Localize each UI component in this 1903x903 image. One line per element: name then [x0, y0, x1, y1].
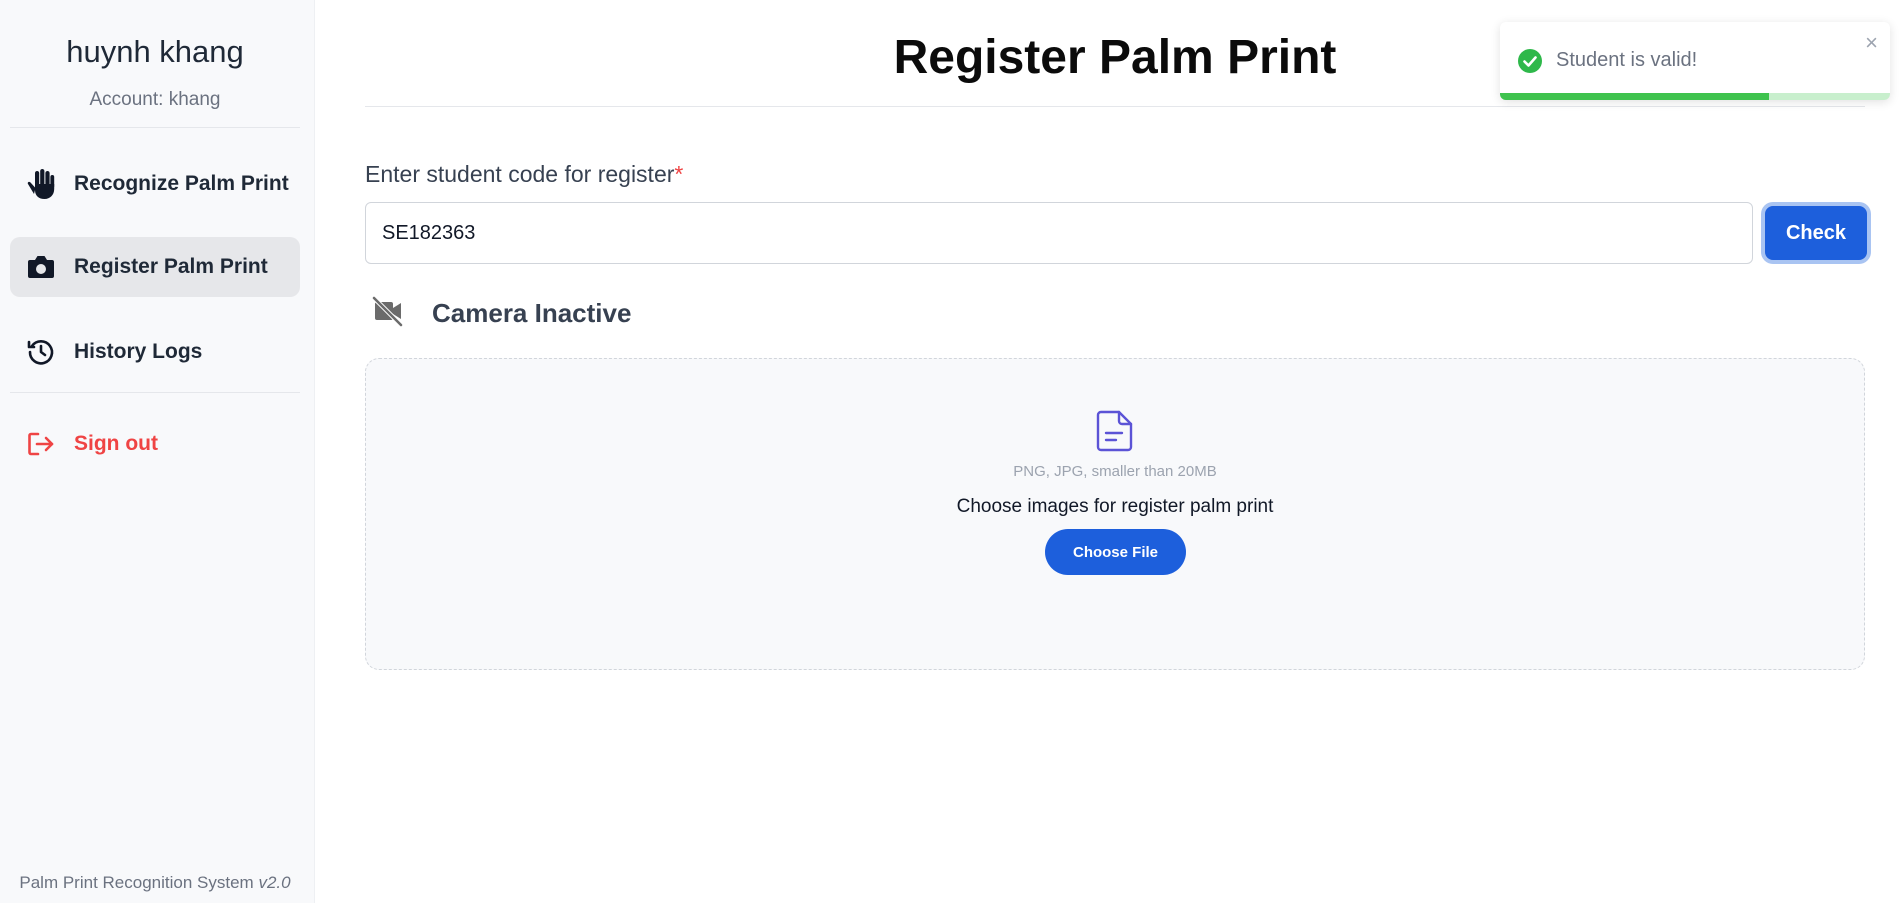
student-code-label: Enter student code for register* [365, 161, 683, 188]
footer-version: v2.0 [258, 873, 291, 892]
upload-instructions: Choose images for register palm print [956, 496, 1274, 517]
sidebar-item-recognize[interactable]: Recognize Palm Print [10, 154, 300, 214]
title-divider [365, 106, 1865, 107]
required-mark: * [674, 161, 684, 187]
close-icon[interactable]: × [1865, 30, 1878, 56]
signout-button[interactable]: Sign out [10, 414, 300, 474]
sidebar-divider [10, 392, 300, 393]
sidebar-item-label: Recognize Palm Print [74, 172, 289, 195]
toast-progress-bar [1500, 93, 1770, 100]
camera-status: Camera Inactive [371, 295, 632, 332]
app-footer: Palm Print Recognition System v2.0 [0, 873, 310, 893]
hand-icon [24, 167, 58, 201]
success-check-icon [1518, 49, 1542, 78]
sidebar-divider [10, 127, 300, 128]
toast-message: Student is valid! [1556, 49, 1698, 71]
camera-icon [24, 250, 58, 284]
toast-progress-track [1500, 93, 1890, 100]
sidebar-item-label: Register Palm Print [74, 255, 268, 278]
camera-status-label: Camera Inactive [432, 298, 632, 328]
sidebar-item-register[interactable]: Register Palm Print [10, 237, 300, 297]
sidebar-item-label: History Logs [74, 340, 203, 363]
footer-text: Palm Print Recognition System [19, 873, 254, 892]
user-name: huynh khang [66, 34, 244, 69]
logout-icon [24, 427, 58, 461]
sidebar: huynh khang Account: khang Recognize Pal… [0, 0, 315, 903]
sidebar-item-history[interactable]: History Logs [10, 322, 300, 382]
upload-hint: PNG, JPG, smaller than 20MB [1013, 463, 1217, 480]
student-code-input[interactable] [365, 202, 1753, 264]
choose-file-button[interactable]: Choose File [1045, 529, 1186, 575]
upload-dropzone[interactable]: PNG, JPG, smaller than 20MB Choose image… [365, 358, 1865, 670]
signout-label: Sign out [74, 432, 158, 455]
camera-off-icon [371, 295, 404, 332]
student-code-label-text: Enter student code for register [365, 161, 675, 187]
check-button[interactable]: Check [1765, 206, 1867, 260]
history-icon [24, 335, 58, 369]
user-account: Account: khang [89, 89, 221, 110]
toast-notification: Student is valid! × [1500, 22, 1890, 100]
file-icon [1095, 409, 1135, 458]
